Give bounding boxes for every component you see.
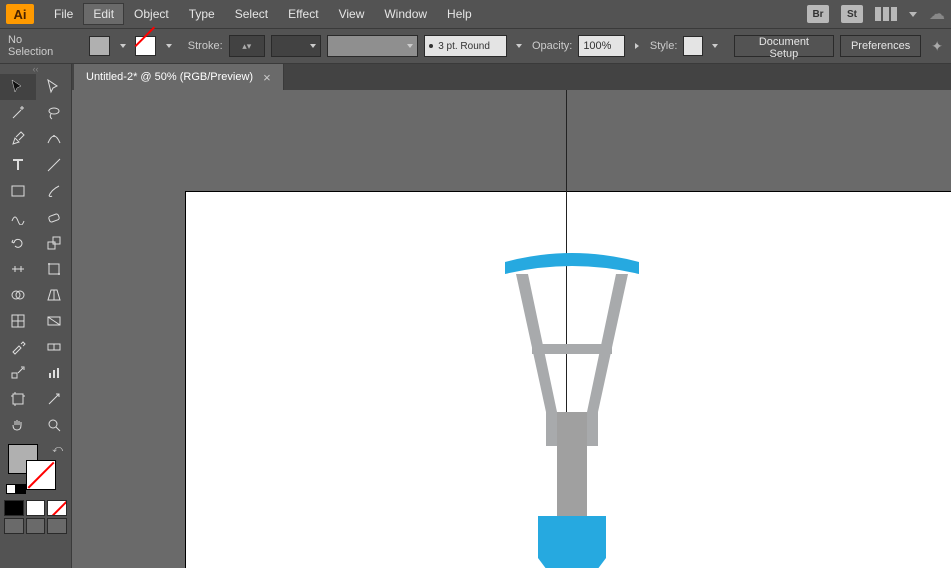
curvature-tool[interactable] bbox=[36, 126, 72, 152]
screen-mode-row bbox=[0, 516, 71, 536]
artwork-crutch[interactable] bbox=[502, 244, 642, 568]
eyedropper-tool[interactable] bbox=[0, 334, 36, 360]
stroke-label: Stroke: bbox=[188, 40, 223, 52]
menu-view[interactable]: View bbox=[329, 3, 375, 25]
rectangle-tool[interactable] bbox=[0, 178, 36, 204]
tab-bar: Untitled-2* @ 50% (RGB/Preview) × bbox=[0, 64, 951, 90]
menu-type[interactable]: Type bbox=[179, 3, 225, 25]
opacity-more-icon[interactable] bbox=[631, 35, 644, 57]
color-mode-row bbox=[0, 498, 71, 516]
variable-width-select[interactable] bbox=[271, 35, 321, 57]
rotate-tool[interactable] bbox=[0, 230, 36, 256]
type-tool[interactable] bbox=[0, 152, 36, 178]
draw-normal-icon[interactable] bbox=[4, 518, 24, 534]
line-tool[interactable] bbox=[36, 152, 72, 178]
main-area: ⤺ bbox=[0, 90, 951, 568]
fill-swatch[interactable] bbox=[89, 36, 110, 56]
menu-effect[interactable]: Effect bbox=[278, 3, 328, 25]
brush-def-select[interactable] bbox=[327, 35, 419, 57]
direct-selection-tool[interactable] bbox=[36, 74, 72, 100]
canvas-area[interactable] bbox=[72, 90, 951, 568]
menu-bar: Ai FileEditObjectTypeSelectEffectViewWin… bbox=[0, 0, 951, 28]
style-swatch[interactable] bbox=[683, 36, 702, 56]
menu-edit[interactable]: Edit bbox=[83, 3, 124, 25]
arrange-docs-icon[interactable] bbox=[875, 7, 897, 21]
slice-tool[interactable] bbox=[36, 386, 72, 412]
fill-stroke-control[interactable]: ⤺ bbox=[4, 442, 67, 494]
gradient-tool[interactable] bbox=[36, 308, 72, 334]
artboard-tool[interactable] bbox=[0, 386, 36, 412]
draw-behind-icon[interactable] bbox=[26, 518, 46, 534]
stock-icon[interactable]: St bbox=[841, 5, 863, 23]
close-icon[interactable]: × bbox=[263, 70, 271, 85]
magic-wand-tool[interactable] bbox=[0, 100, 36, 126]
menu-help[interactable]: Help bbox=[437, 3, 482, 25]
brush-dropdown-icon[interactable] bbox=[513, 36, 526, 56]
scale-tool[interactable] bbox=[36, 230, 72, 256]
menu-select[interactable]: Select bbox=[225, 3, 278, 25]
free-transform-tool[interactable] bbox=[36, 256, 72, 282]
stroke-weight-input[interactable]: ▴▾ bbox=[229, 35, 265, 57]
swap-fill-stroke-icon[interactable]: ⤺ bbox=[52, 444, 63, 455]
opacity-label: Opacity: bbox=[532, 40, 572, 52]
pen-tool[interactable] bbox=[0, 126, 36, 152]
workspace-dropdown-icon[interactable] bbox=[909, 12, 917, 17]
color-black-icon[interactable] bbox=[4, 500, 24, 516]
shape-builder-tool[interactable] bbox=[0, 282, 36, 308]
control-bar: No Selection Stroke: ▴▾ 3 pt. Round Opac… bbox=[0, 28, 951, 64]
opacity-input[interactable]: 100% bbox=[578, 35, 624, 57]
style-label: Style: bbox=[650, 40, 678, 52]
brush-select[interactable]: 3 pt. Round bbox=[424, 35, 506, 57]
menubar-right: Br St ☁ bbox=[807, 4, 945, 24]
sync-icon[interactable]: ☁ bbox=[929, 4, 945, 24]
shaper-tool[interactable] bbox=[0, 204, 36, 230]
eraser-tool[interactable] bbox=[36, 204, 72, 230]
width-tool[interactable] bbox=[0, 256, 36, 282]
paintbrush-tool[interactable] bbox=[36, 178, 72, 204]
hand-tool[interactable] bbox=[0, 412, 36, 438]
color-white-icon[interactable] bbox=[26, 500, 46, 516]
style-dropdown-icon[interactable] bbox=[709, 36, 722, 56]
menu-object[interactable]: Object bbox=[124, 3, 179, 25]
toolbox-handle[interactable] bbox=[0, 64, 71, 74]
color-none-icon[interactable] bbox=[47, 500, 67, 516]
toolbox: ⤺ bbox=[0, 64, 72, 568]
menu-window[interactable]: Window bbox=[374, 3, 437, 25]
fill-dropdown-icon[interactable] bbox=[116, 36, 129, 56]
document-setup-button[interactable]: Document Setup bbox=[734, 35, 834, 57]
document-tab[interactable]: Untitled-2* @ 50% (RGB/Preview) × bbox=[74, 64, 284, 90]
app-icon: Ai bbox=[6, 4, 34, 24]
preferences-button[interactable]: Preferences bbox=[840, 35, 921, 57]
align-icon[interactable]: ✦ bbox=[931, 38, 943, 55]
mesh-tool[interactable] bbox=[0, 308, 36, 334]
stroke-dropdown-icon[interactable] bbox=[162, 36, 175, 56]
lasso-tool[interactable] bbox=[36, 100, 72, 126]
selection-status: No Selection bbox=[8, 34, 67, 58]
symbol-sprayer-tool[interactable] bbox=[0, 360, 36, 386]
perspective-tool[interactable] bbox=[36, 282, 72, 308]
stroke-swatch[interactable] bbox=[135, 36, 156, 56]
stroke-color-icon[interactable] bbox=[26, 460, 56, 490]
zoom-tool[interactable] bbox=[36, 412, 72, 438]
bridge-icon[interactable]: Br bbox=[807, 5, 829, 23]
tab-title: Untitled-2* @ 50% (RGB/Preview) bbox=[86, 71, 253, 83]
blend-tool[interactable] bbox=[36, 334, 72, 360]
draw-inside-icon[interactable] bbox=[47, 518, 67, 534]
menu-file[interactable]: File bbox=[44, 3, 83, 25]
column-graph-tool[interactable] bbox=[36, 360, 72, 386]
selection-tool[interactable] bbox=[0, 74, 36, 100]
